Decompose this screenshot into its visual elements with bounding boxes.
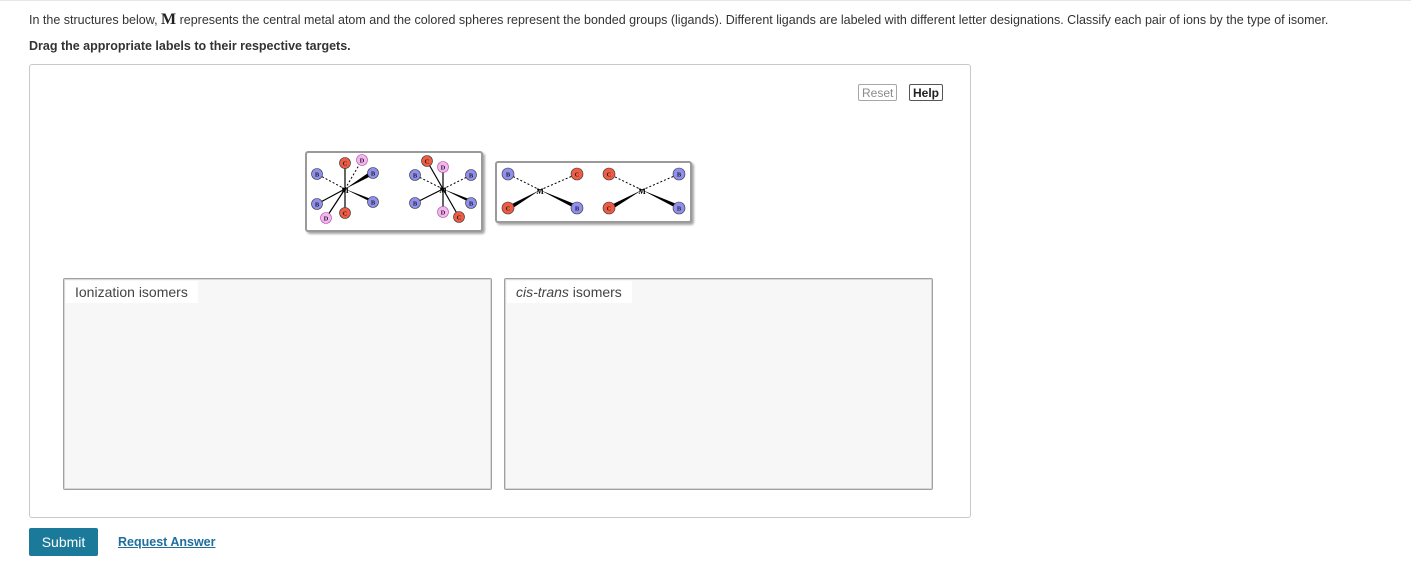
draggable-tile-octahedral-pair[interactable]: M C D B B B B C D M C D B B B B D C [305,151,483,232]
drop-target-ionization-isomers[interactable]: Ionization isomers [63,278,492,490]
ligand-b: B [311,168,323,180]
svg-text:B: B [315,202,320,209]
svg-text:C: C [607,206,612,213]
svg-text:B: B [575,206,580,213]
ligand-d: D [437,161,449,173]
drop-target-cis-trans-isomers[interactable]: cis-trans isomers [504,278,933,490]
svg-text:M: M [341,186,349,195]
ligand-c: C [570,167,584,181]
ligand-d: D [356,154,368,166]
svg-text:C: C [425,159,430,166]
svg-text:B: B [413,173,418,180]
octahedral-structure-right: M C D B B B B D C [409,155,477,223]
ligand-c: C [602,201,616,215]
octahedral-structure-left: M C D B B B B C D [311,154,379,224]
ligand-b: B [501,167,515,181]
instructions-text: In the structures below, M represents th… [29,11,1329,28]
reset-button[interactable]: Reset [858,84,898,101]
svg-text:C: C [457,215,462,222]
svg-text:D: D [441,165,446,172]
svg-text:B: B [677,206,682,213]
target-label-ionization: Ionization isomers [66,281,198,303]
ligand-d: D [437,206,449,218]
svg-text:B: B [413,201,418,208]
ligand-b: B [672,201,686,215]
request-answer-link[interactable]: Request Answer [118,535,215,549]
svg-text:C: C [607,172,612,179]
ligand-b: B [367,167,379,179]
octahedral-structures-image: M C D B B B B C D M C D B B B B D C [311,154,477,224]
svg-text:D: D [324,216,329,223]
metal-symbol: M [161,11,177,28]
svg-text:B: B [371,200,376,207]
ligand-b: B [672,167,686,181]
svg-text:B: B [469,173,474,180]
svg-text:B: B [315,172,320,179]
help-button[interactable]: Help [909,84,944,101]
ligand-b: B [465,169,477,181]
svg-text:B: B [469,201,474,208]
ligand-c: C [339,157,351,169]
ligand-c: C [602,167,616,181]
svg-text:C: C [343,161,348,168]
svg-text:D: D [441,210,446,217]
four-coordinate-structure-right: M C B C B [602,167,686,215]
ligand-b: B [367,196,379,208]
svg-text:B: B [506,172,511,179]
ligand-c: C [421,155,433,167]
submit-button[interactable]: Submit [29,528,98,556]
ligand-c: C [501,201,515,215]
svg-text:D: D [360,158,365,165]
ligand-b: B [465,197,477,209]
drag-hint: Drag the appropriate labels to their res… [29,39,351,53]
ligand-c: C [453,211,465,223]
svg-text:M: M [439,186,447,195]
ligand-b: B [570,201,584,215]
svg-text:M: M [536,187,544,196]
four-coordinate-structure-left: M B C C B [501,167,584,215]
top-border [0,0,1411,1]
svg-text:M: M [638,187,646,196]
ligand-d: D [320,212,332,224]
svg-text:B: B [371,171,376,178]
ligand-c: C [339,207,351,219]
four-coordinate-structures-image: M B C C B M C B C B [501,167,686,215]
ligand-b: B [409,169,421,181]
svg-text:C: C [575,172,580,179]
draggable-tile-four-coordinate-pair[interactable]: M B C C B M C B C B [495,161,692,223]
target-label-cis-trans: cis-trans isomers [507,281,632,303]
ligand-b: B [311,198,323,210]
svg-text:C: C [506,206,511,213]
svg-text:C: C [343,211,348,218]
ligand-b: B [409,197,421,209]
drag-drop-workspace: Reset Help M C D B B B B C D M C D B B B… [29,64,971,518]
svg-text:B: B [677,172,682,179]
